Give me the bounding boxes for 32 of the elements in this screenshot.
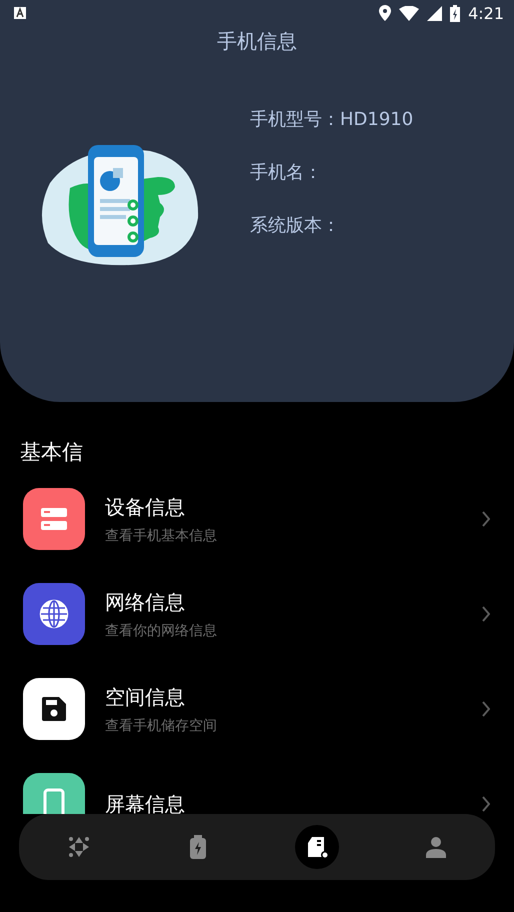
location-icon <box>379 5 392 21</box>
item-title[interactable]: 设备信息 <box>105 494 482 520</box>
status-time: 4:21 <box>468 4 504 22</box>
item-title[interactable]: 屏幕信息 <box>105 790 482 814</box>
nav-tab[interactable] <box>294 825 338 869</box>
item-subtitle: 查看你的网络信息 <box>105 622 218 640</box>
item-subtitle: 查看手机储存空间 <box>105 716 218 734</box>
section-title: 基本信 <box>20 439 84 466</box>
chevron-icon[interactable] <box>482 701 490 717</box>
battery-icon <box>188 835 206 859</box>
page-title: 手机信息 <box>216 28 298 55</box>
arrows-icon <box>66 835 90 859</box>
app-notification-icon <box>14 7 26 19</box>
item-title[interactable]: 网络信息 <box>105 588 482 616</box>
category-tile[interactable] <box>23 678 85 740</box>
category-tile[interactable] <box>23 488 85 550</box>
globe-icon <box>39 599 69 629</box>
info-line: 手机名： <box>250 161 323 183</box>
category-tile[interactable] <box>23 583 85 645</box>
info-line: 系统版本： <box>250 214 341 236</box>
battery-charging-icon <box>450 4 460 22</box>
person-icon <box>424 836 446 858</box>
storage-icon <box>41 506 67 532</box>
info-line: 手机型号：HD1910 <box>250 108 414 130</box>
wifi-icon <box>399 6 420 20</box>
signal-icon <box>427 6 442 20</box>
item-title[interactable]: 空间信息 <box>105 684 482 710</box>
chevron-icon[interactable] <box>482 606 490 622</box>
phone-icon <box>43 788 65 814</box>
item-subtitle: 查看手机基本信息 <box>105 526 218 544</box>
chevron-icon[interactable] <box>482 511 490 527</box>
chevron-icon[interactable] <box>482 796 490 812</box>
